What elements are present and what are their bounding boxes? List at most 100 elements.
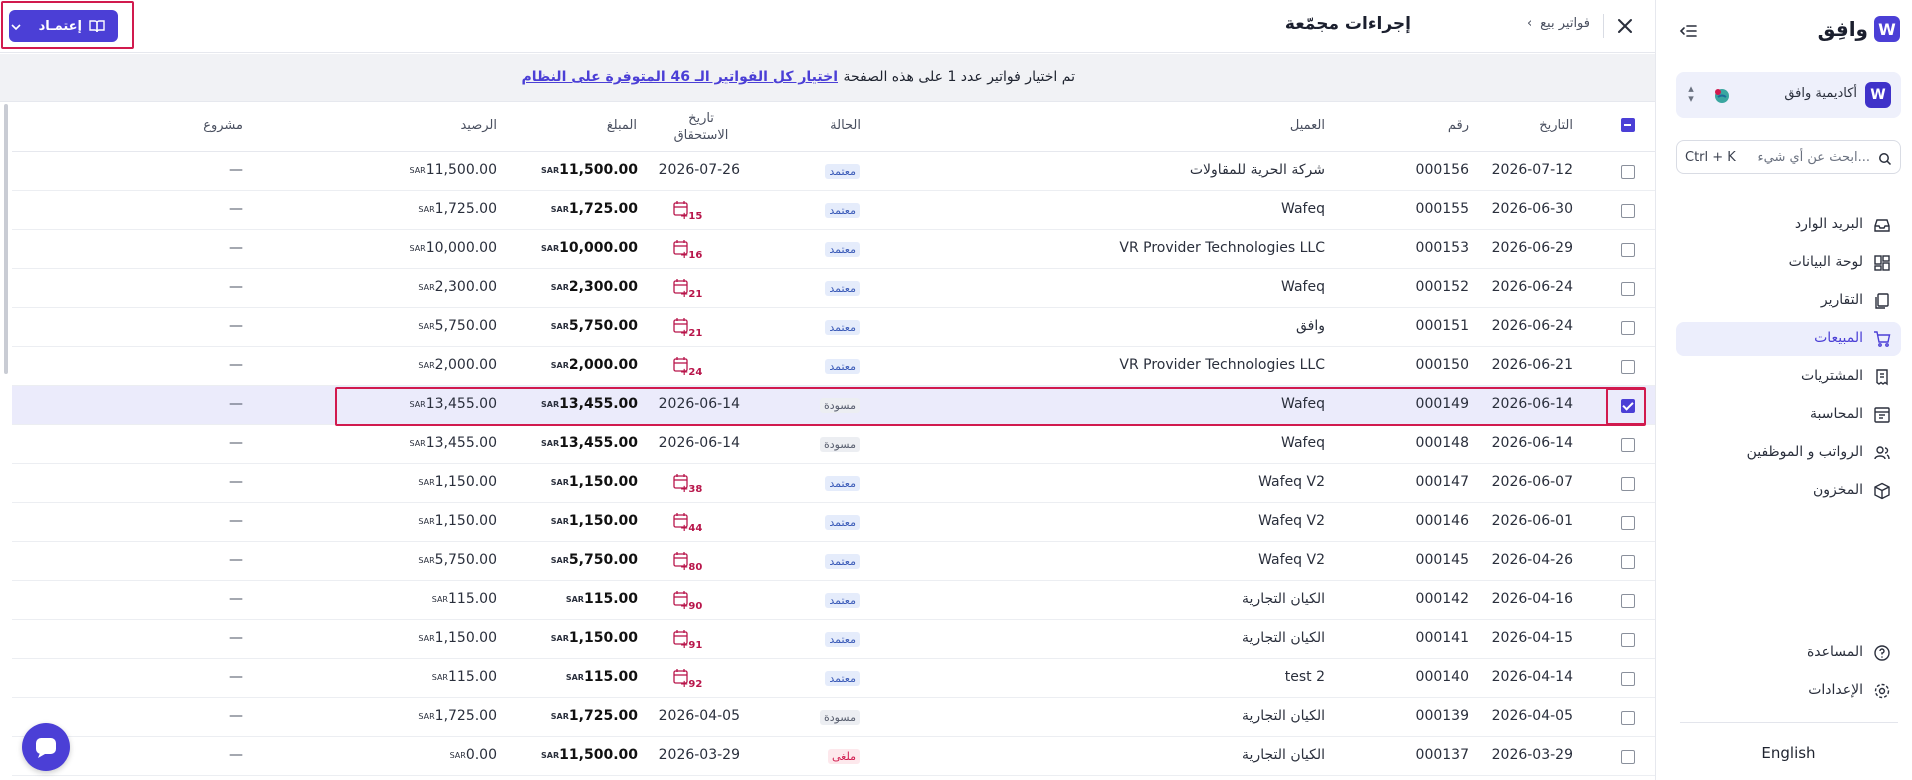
row-checkbox[interactable]	[1621, 438, 1635, 452]
table-row[interactable]: 2026-06-24 000151 وافق معتمد +21 SAR5,75…	[12, 308, 1655, 347]
table-row[interactable]: 2026-06-14 000149 Wafeq مسودة 2026-06-14…	[12, 386, 1655, 425]
row-checkbox[interactable]	[1621, 360, 1635, 374]
row-checkbox[interactable]	[1621, 711, 1635, 725]
amount-cell: SAR115.00	[563, 591, 638, 607]
row-checkbox[interactable]	[1621, 594, 1635, 608]
cart-icon	[1873, 330, 1891, 348]
search-icon	[1878, 151, 1892, 166]
invoice-number[interactable]: 000150	[1416, 357, 1469, 373]
amount-value: 2,000.00	[568, 357, 638, 373]
table-row[interactable]: 2026-06-14 000148 Wafeq مسودة 2026-06-14…	[12, 425, 1655, 464]
row-checkbox[interactable]	[1621, 243, 1635, 257]
invoice-number[interactable]: 000137	[1416, 747, 1469, 763]
invoice-number[interactable]: 000148	[1416, 435, 1469, 451]
breadcrumb-item-sales-invoices[interactable]: فواتير بيع	[1540, 16, 1590, 31]
row-checkbox[interactable]	[1621, 516, 1635, 530]
chat-support-button[interactable]	[22, 723, 70, 771]
invoice-number[interactable]: 000156	[1416, 162, 1469, 178]
nav-item-accounting[interactable]: المحاسبة	[1676, 398, 1901, 432]
table-row[interactable]: 2026-04-15 000141 الكيان التجارية معتمد …	[12, 620, 1655, 659]
row-checkbox[interactable]	[1621, 750, 1635, 764]
approve-label: إعتمـاد	[38, 18, 82, 34]
row-checkbox[interactable]	[1621, 672, 1635, 686]
invoice-number[interactable]: 000146	[1416, 513, 1469, 529]
table-scrollbar[interactable]	[4, 104, 8, 374]
approve-button[interactable]: إعتمـاد	[9, 10, 118, 42]
nav-item-settings[interactable]: الإعدادات	[1676, 674, 1901, 708]
amount-cell: SAR2,300.00	[548, 279, 638, 295]
table-row[interactable]: 2026-06-07 000147 Wafeq V2 معتمد +38 SAR…	[12, 464, 1655, 503]
col-client[interactable]: العميل	[1290, 118, 1325, 133]
balance-cell: SAR1,150.00	[415, 513, 497, 529]
col-project[interactable]: مشروع	[203, 118, 243, 133]
invoice-number[interactable]: 000141	[1416, 630, 1469, 646]
invoice-number[interactable]: 000155	[1416, 201, 1469, 217]
invoice-number[interactable]: 000153	[1416, 240, 1469, 256]
row-checkbox[interactable]	[1621, 204, 1635, 218]
row-checkbox[interactable]	[1621, 165, 1635, 179]
table-row[interactable]: 2026-06-30 000155 Wafeq معتمد +15 SAR1,7…	[12, 191, 1655, 230]
invoice-number[interactable]: 000149	[1416, 396, 1469, 412]
nav-item-inventory[interactable]: المخزون	[1676, 474, 1901, 508]
invoice-number[interactable]: 000140	[1416, 669, 1469, 685]
table-row[interactable]: 2026-06-01 000146 Wafeq V2 معتمد +44 SAR…	[12, 503, 1655, 542]
client-name: Wafeq V2	[1258, 513, 1325, 529]
users-icon	[1873, 444, 1891, 462]
invoice-date: 2026-04-14	[1491, 669, 1573, 685]
invoice-number[interactable]: 000152	[1416, 279, 1469, 295]
overdue-badge: +90	[671, 589, 702, 615]
nav-item-purchases[interactable]: المشتريات	[1676, 360, 1901, 394]
balance-value: 0.00	[465, 747, 497, 763]
status-badge: مسودة	[819, 710, 860, 725]
nav-item-help[interactable]: المساعدة	[1676, 636, 1901, 670]
invoice-number[interactable]: 000145	[1416, 552, 1469, 568]
close-icon[interactable]	[1615, 16, 1635, 36]
global-search-input[interactable]: ابحث عن أي شيء... Ctrl + K	[1676, 140, 1901, 174]
chevron-down-icon[interactable]	[9, 19, 23, 33]
table-row[interactable]: 2026-04-05 000139 الكيان التجارية مسودة …	[12, 698, 1655, 737]
row-checkbox[interactable]	[1621, 633, 1635, 647]
balance-value: 1,725.00	[434, 708, 497, 724]
nav-item-dashboard[interactable]: لوحة البيانات	[1676, 246, 1901, 280]
invoice-number[interactable]: 000151	[1416, 318, 1469, 334]
col-date[interactable]: التاريخ	[1539, 118, 1573, 133]
nav-item-inbox[interactable]: البريد الوارد	[1676, 208, 1901, 242]
table-row[interactable]: 2026-07-12 000156 شركة الحرية للمقاولات …	[12, 152, 1655, 191]
row-checkbox[interactable]	[1621, 555, 1635, 569]
status-badge: معتمد	[825, 554, 860, 569]
table-row[interactable]: 2026-06-29 000153 VR Provider Technologi…	[12, 230, 1655, 269]
currency-label: SAR	[565, 595, 584, 604]
invoice-number[interactable]: 000142	[1416, 591, 1469, 607]
col-number[interactable]: رقم	[1448, 118, 1469, 133]
table-row[interactable]: 2026-06-24 000152 Wafeq معتمد +21 SAR2,3…	[12, 269, 1655, 308]
table-row[interactable]: 2026-03-29 000137 الكيان التجارية ملغى 2…	[12, 737, 1655, 776]
table-row[interactable]: 2026-04-16 000142 الكيان التجارية معتمد …	[12, 581, 1655, 620]
row-checkbox[interactable]	[1621, 477, 1635, 491]
invoice-date: 2026-06-01	[1491, 513, 1573, 529]
amount-cell: SAR13,455.00	[538, 396, 638, 412]
table-row[interactable]: 2026-06-21 000150 VR Provider Technologi…	[12, 347, 1655, 386]
search-shortcut: Ctrl + K	[1685, 150, 1736, 165]
invoice-number[interactable]: 000139	[1416, 708, 1469, 724]
overdue-badge: +38	[671, 472, 702, 498]
select-all-checkbox[interactable]	[1621, 118, 1635, 132]
table-row[interactable]: 2026-04-14 000140 test 2 معتمد +92 SAR11…	[12, 659, 1655, 698]
balance-value: 2,000.00	[434, 357, 497, 373]
col-balance[interactable]: الرصيد	[460, 118, 497, 133]
nav-item-payroll[interactable]: الرواتب و الموظفين	[1676, 436, 1901, 470]
language-toggle[interactable]: English	[1676, 744, 1901, 762]
table-row[interactable]: 2026-04-26 000145 Wafeq V2 معتمد +80 SAR…	[12, 542, 1655, 581]
row-checkbox[interactable]	[1621, 282, 1635, 296]
invoice-number[interactable]: 000147	[1416, 474, 1469, 490]
select-all-link[interactable]: اختيار كل الفواتير الـ 46 المتوفرة على ا…	[521, 69, 838, 85]
row-checkbox[interactable]	[1621, 321, 1635, 335]
col-status[interactable]: الحالة	[830, 118, 861, 133]
nav-item-sales[interactable]: المبيعات	[1676, 322, 1901, 356]
brand-logo[interactable]: W وافِق	[1818, 16, 1900, 42]
col-amount[interactable]: المبلغ	[607, 118, 637, 133]
row-checkbox[interactable]	[1621, 399, 1635, 413]
organization-switcher[interactable]: W أكاديمية وافق ▴ ▾	[1676, 72, 1901, 118]
col-due-date[interactable]: تاريخ الاستحقاق	[670, 110, 732, 144]
nav-item-reports[interactable]: التقارير	[1676, 284, 1901, 318]
collapse-sidebar-icon[interactable]	[1678, 20, 1700, 42]
